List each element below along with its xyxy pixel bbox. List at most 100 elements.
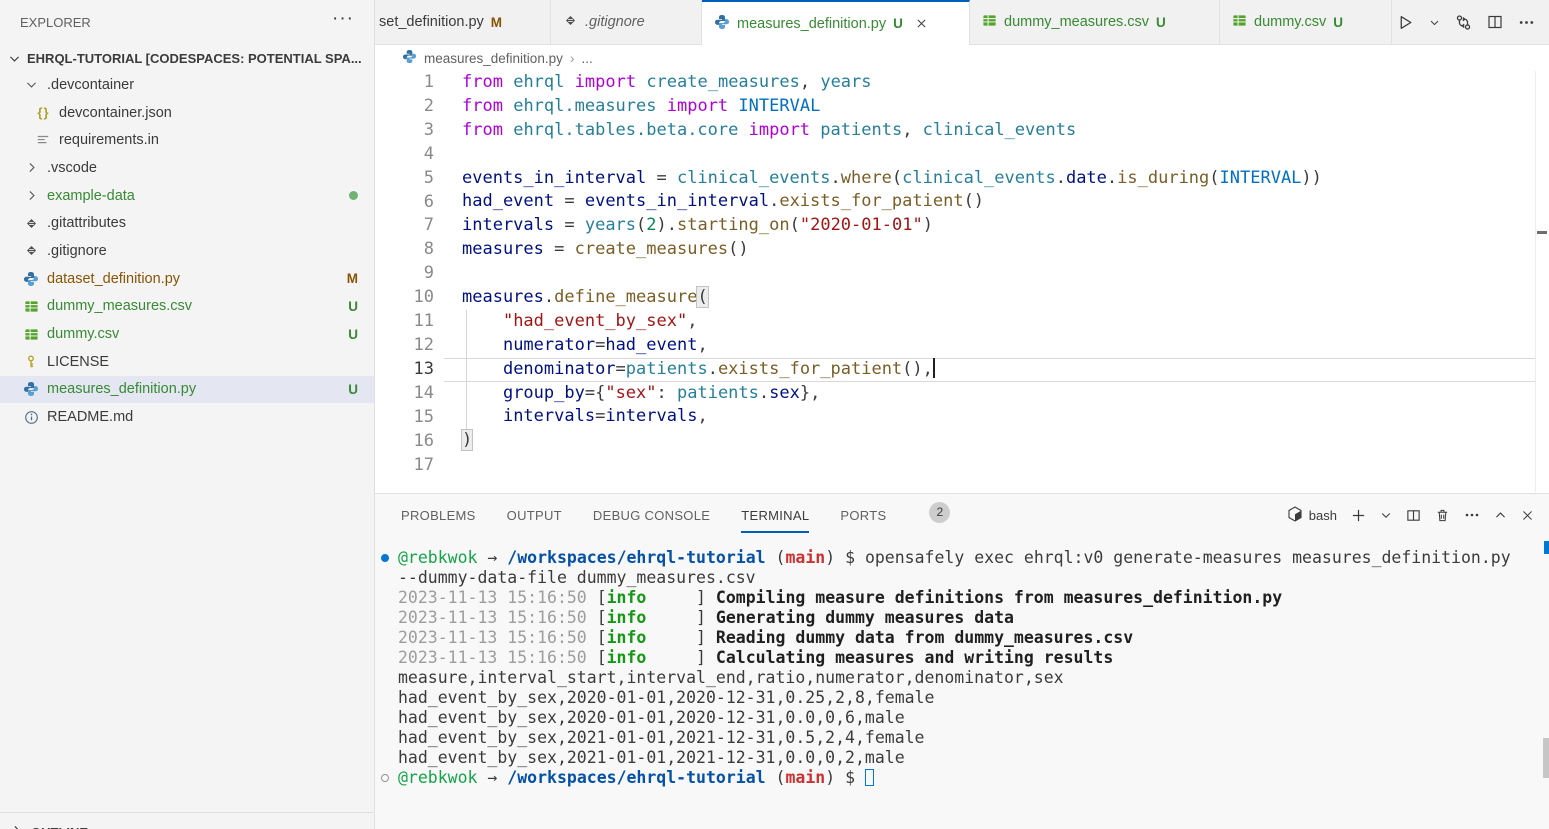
tree-item--gitignore[interactable]: .gitignore	[0, 237, 374, 265]
code-line: from ehrql.tables.beta.core import patie…	[462, 119, 1322, 143]
close-tab-icon[interactable]	[915, 17, 928, 30]
git-icon	[22, 243, 40, 258]
code-line: numerator=had_event,	[462, 334, 1322, 358]
terminal-line: measure,interval_start,interval_end,rati…	[375, 668, 1549, 688]
panel-header: PROBLEMS OUTPUT DEBUG CONSOLE TERMINAL PORTS…	[375, 494, 1549, 536]
tab-label: measures_definition.py	[737, 16, 886, 32]
panel-tab-problems[interactable]: PROBLEMS	[401, 502, 476, 529]
python-icon	[402, 49, 417, 67]
maximize-panel-chevron-up-icon[interactable]	[1494, 509, 1507, 522]
terminal-line: 2023-11-13 15:16:50 [info ] Generating d…	[375, 608, 1549, 628]
breadcrumb-more[interactable]: ...	[582, 51, 593, 66]
code-line: from ehrql.measures import INTERVAL	[462, 95, 1322, 119]
run-dropdown-chevron-icon[interactable]	[1429, 17, 1440, 28]
tree-item-devcontainer-json[interactable]: { } devcontainer.json	[0, 99, 374, 127]
braces-icon: { }	[34, 105, 52, 120]
tree-item-dummy-csv[interactable]: dummy.csv U	[0, 320, 374, 348]
table-icon	[22, 327, 40, 342]
code-line: from ehrql import create_measures, years	[462, 71, 1322, 95]
open-changes-icon[interactable]	[1455, 14, 1472, 31]
terminal-shell-picker[interactable]: bash	[1287, 506, 1337, 525]
tree-item-license[interactable]: LICENSE	[0, 348, 374, 376]
tree-item-measures-definition-py[interactable]: measures_definition.pyU	[0, 376, 374, 404]
terminal-output[interactable]: @rebkwok → /workspaces/ehrql-tutorial (m…	[375, 540, 1549, 829]
tree-item-label: devcontainer.json	[59, 105, 172, 121]
tree-item-label: LICENSE	[47, 354, 109, 370]
code-line: measures.define_measure(	[462, 286, 1322, 310]
split-terminal-button[interactable]	[1406, 508, 1421, 523]
git-icon	[22, 216, 40, 231]
tab-git-status-badge: M	[491, 15, 502, 30]
line-number: 6	[375, 191, 434, 215]
overview-cursor-mark	[1537, 231, 1547, 234]
tree-item-label: dataset_definition.py	[47, 271, 180, 287]
tree-item-label: .vscode	[47, 160, 97, 176]
kill-terminal-button[interactable]	[1435, 508, 1450, 523]
terminal-scrollbar[interactable]	[1543, 738, 1549, 778]
line-number-gutter: 1234567891011121314151617	[375, 71, 434, 477]
tab-git-status-badge: U	[1333, 15, 1343, 30]
tree-item-readme-md[interactable]: README.md	[0, 403, 374, 431]
editor-more-actions-icon[interactable]	[1518, 14, 1535, 31]
workspace-root-row[interactable]: EHRQL-TUTORIAL [CODESPACES: POTENTIAL SP…	[0, 44, 374, 72]
tab--gitignore[interactable]: .gitignore	[551, 0, 702, 44]
tab-measures-definition-py[interactable]: measures_definition.pyU	[702, 0, 970, 45]
line-number: 9	[375, 262, 434, 286]
table-icon	[982, 13, 997, 32]
breadcrumb-file[interactable]: measures_definition.py	[424, 51, 563, 66]
terminal-command-decoration[interactable]	[381, 554, 389, 562]
ports-count-badge[interactable]: 2	[929, 502, 950, 523]
line-number: 17	[375, 454, 434, 478]
breadcrumb[interactable]: measures_definition.py › ...	[375, 45, 1549, 71]
tab-dummy-measures-csv[interactable]: dummy_measures.csvU	[970, 0, 1220, 44]
panel-tab-debug-console[interactable]: DEBUG CONSOLE	[593, 502, 710, 529]
panel-tabs: PROBLEMS OUTPUT DEBUG CONSOLE TERMINAL PORTS…	[375, 502, 950, 529]
terminal-command-decoration[interactable]	[381, 774, 389, 782]
tree-item-example-data[interactable]: example-data	[0, 182, 374, 210]
explorer-more-actions-icon[interactable]: ···	[332, 8, 354, 30]
terminal-dropdown-chevron-icon[interactable]	[1380, 509, 1392, 521]
terminal-cursor	[865, 769, 874, 786]
bottom-panel: PROBLEMS OUTPUT DEBUG CONSOLE TERMINAL PORTS…	[375, 493, 1549, 829]
tree-item-label: dummy.csv	[47, 326, 119, 342]
code-editor[interactable]: 1234567891011121314151617 from ehrql imp…	[375, 71, 1549, 492]
line-number: 13	[375, 358, 434, 382]
panel-tab-ports[interactable]: PORTS	[840, 502, 886, 529]
chevron-down-icon	[22, 78, 40, 91]
close-panel-icon[interactable]	[1521, 509, 1534, 522]
workspace-title: EHRQL-TUTORIAL [CODESPACES: POTENTIAL SP…	[27, 51, 362, 66]
shell-label: bash	[1309, 508, 1337, 523]
tree-item-label: .gitignore	[47, 243, 107, 259]
line-number: 5	[375, 167, 434, 191]
panel-tab-terminal[interactable]: TERMINAL	[741, 502, 809, 529]
tab-set-definition-py[interactable]: set_definition.pyM	[375, 0, 551, 44]
terminal-line: 2023-11-13 15:16:50 [info ] Compiling me…	[375, 588, 1549, 608]
git-status-badge: M	[347, 271, 358, 286]
editor-actions	[1392, 0, 1549, 44]
line-number: 3	[375, 119, 434, 143]
panel-more-actions-icon[interactable]	[1464, 507, 1480, 523]
tree-item--gitattributes[interactable]: .gitattributes	[0, 209, 374, 237]
code-line	[462, 143, 1322, 167]
panel-tab-output[interactable]: OUTPUT	[507, 502, 562, 529]
tree-item-label: .gitattributes	[47, 215, 126, 231]
line-number: 1	[375, 71, 434, 95]
tree-item-dummy-measures-csv[interactable]: dummy_measures.csvU	[0, 293, 374, 321]
tree-item--vscode[interactable]: .vscode	[0, 154, 374, 182]
terminal-line: @rebkwok → /workspaces/ehrql-tutorial (m…	[375, 768, 1549, 788]
tree-item--devcontainer[interactable]: .devcontainer	[0, 71, 374, 99]
overview-ruler[interactable]	[1535, 71, 1549, 492]
tree-item-dataset-definition-py[interactable]: dataset_definition.py M	[0, 265, 374, 293]
new-terminal-button[interactable]	[1351, 508, 1366, 523]
code-line	[462, 453, 1322, 477]
bash-icon	[1287, 506, 1303, 525]
code-line: intervals = years(2).starting_on("2020-0…	[462, 214, 1322, 238]
outline-section-header[interactable]: OUTLINE	[0, 812, 374, 829]
tab-dummy-csv[interactable]: dummy.csvU	[1220, 0, 1392, 44]
split-editor-button[interactable]	[1487, 14, 1503, 30]
code-line: )	[462, 429, 1322, 453]
tree-item-label: measures_definition.py	[47, 381, 196, 397]
run-python-file-button[interactable]	[1397, 14, 1414, 31]
git-status-badge: U	[348, 327, 358, 342]
tree-item-requirements-in[interactable]: requirements.in	[0, 126, 374, 154]
